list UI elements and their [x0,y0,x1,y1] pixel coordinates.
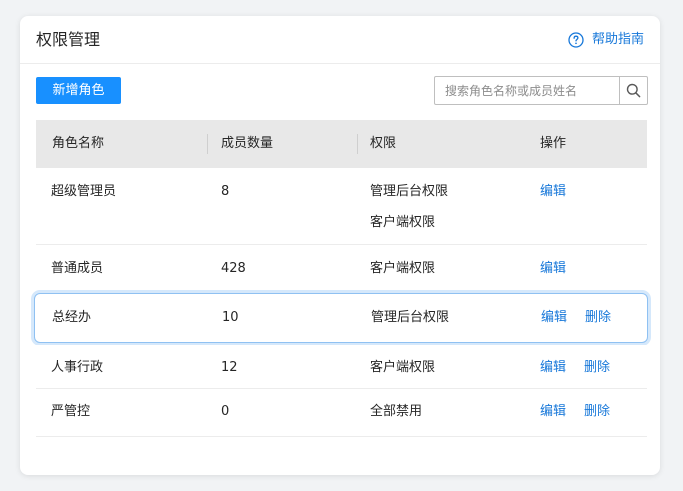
role-name: 总经办 [52,310,92,325]
permission-item: 客户端权限 [370,261,436,276]
question-circle-icon [568,32,592,48]
column-header-role-name: 角色名称 [52,136,105,151]
delete-button[interactable]: 删除 [585,308,611,328]
column-divider [357,134,358,154]
search-button[interactable] [619,77,647,104]
permission-card: 权限管理 帮助指南 新增角色 角色名称 [20,16,660,475]
search-icon [626,83,641,98]
column-divider [207,134,208,154]
column-header-permissions: 权限 [370,136,397,151]
table-row-selected[interactable]: 总经办 10 管理后台权限 编辑 删除 [34,293,648,343]
add-role-button[interactable]: 新增角色 [36,77,121,104]
table-header: 角色名称 成员数量 权限 操作 [36,120,647,168]
table-row: 严管控 0 全部禁用 编辑 删除 [36,389,647,437]
permission-item: 全部禁用 [370,404,423,419]
card-header: 权限管理 帮助指南 [20,16,660,64]
role-name: 普通成员 [51,261,104,276]
table-row: 人事行政 12 客户端权限 编辑 删除 [36,345,647,389]
permission-item: 管理后台权限 [370,184,449,199]
column-header-actions: 操作 [540,136,567,151]
table-row: 普通成员 428 客户端权限 编辑 [36,245,647,294]
permission-item: 客户端权限 [370,215,436,230]
edit-button[interactable]: 编辑 [540,358,566,378]
edit-button[interactable]: 编辑 [540,259,566,279]
column-header-member-count: 成员数量 [221,136,274,151]
delete-button[interactable]: 删除 [584,402,610,422]
help-guide-label: 帮助指南 [591,32,644,47]
edit-button[interactable]: 编辑 [540,402,566,422]
member-count: 0 [221,404,230,419]
role-name: 人事行政 [51,360,104,375]
member-count: 428 [221,261,246,276]
permission-item: 管理后台权限 [371,310,450,325]
member-count: 12 [221,360,238,375]
delete-button[interactable]: 删除 [584,358,610,378]
edit-button[interactable]: 编辑 [540,182,566,202]
table-row: 超级管理员 8 管理后台权限 客户端权限 编辑 [36,168,647,245]
member-count: 8 [221,184,230,199]
member-count: 10 [222,310,239,325]
search-input[interactable] [435,77,619,104]
role-name: 超级管理员 [51,184,117,199]
edit-button[interactable]: 编辑 [541,308,567,328]
search-box [434,76,648,105]
role-name: 严管控 [51,404,91,419]
page-title: 权限管理 [36,30,101,49]
permission-item: 客户端权限 [370,360,436,375]
help-guide-link[interactable]: 帮助指南 [568,30,644,50]
